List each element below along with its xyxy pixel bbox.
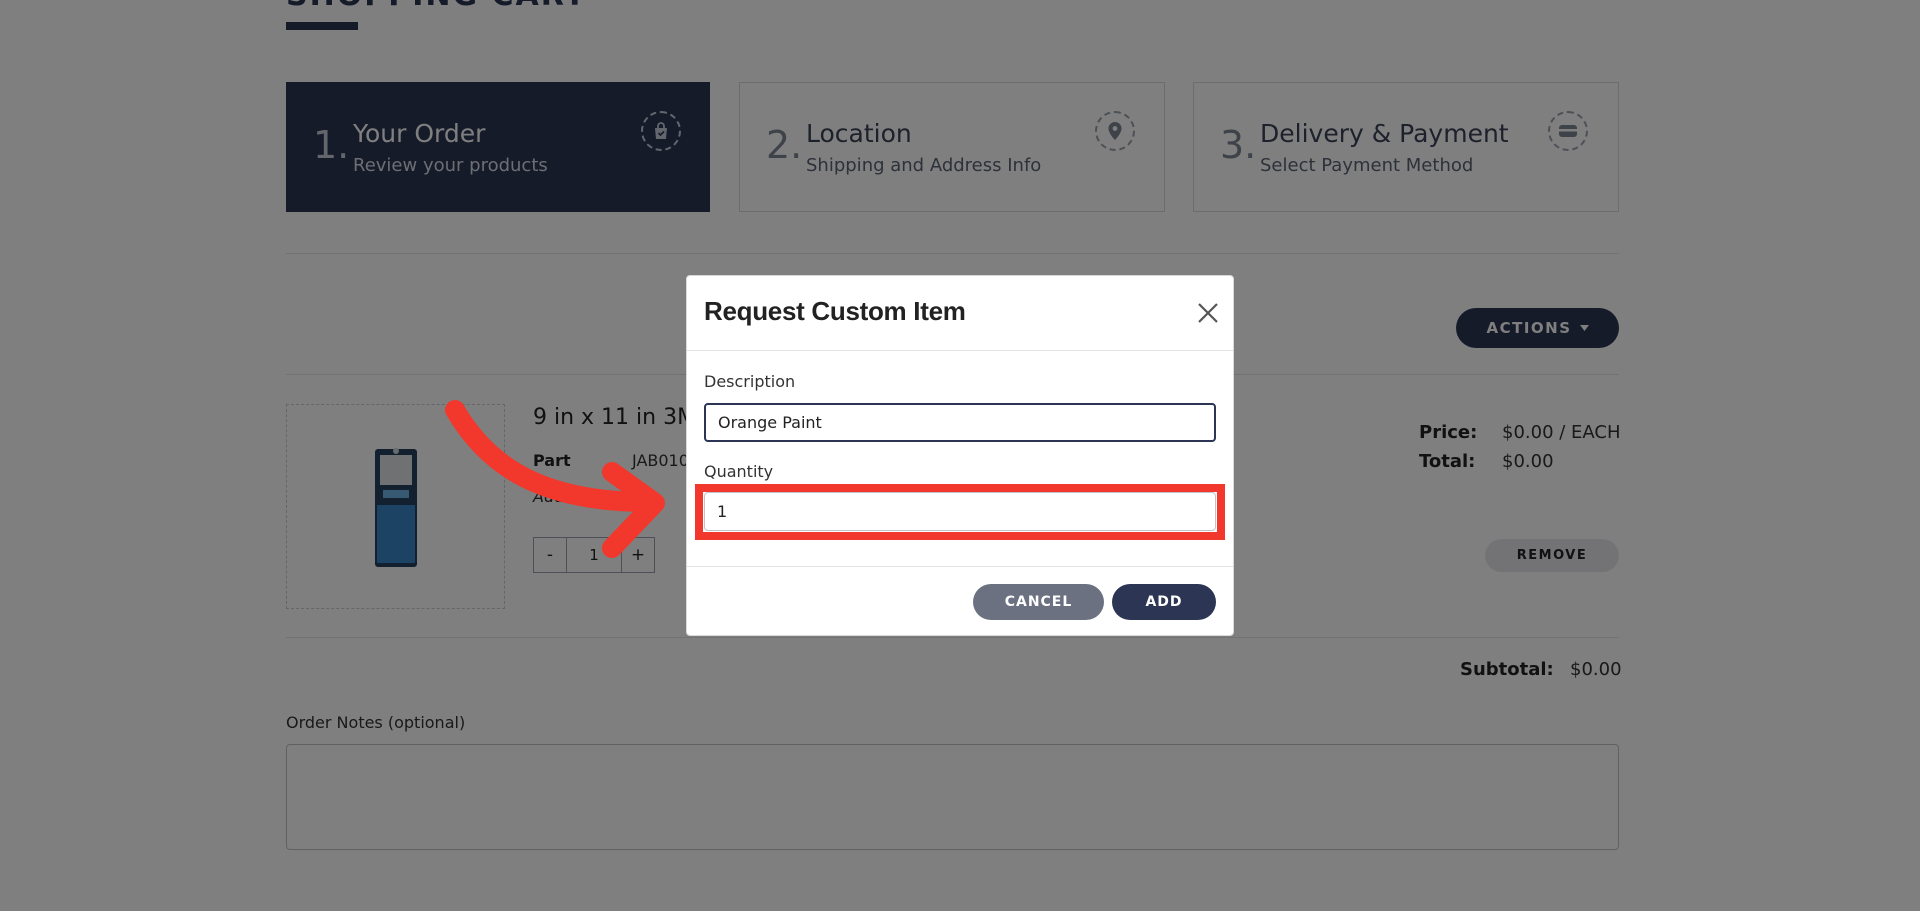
description-label: Description	[704, 372, 796, 391]
request-custom-item-modal: Request Custom Item Description Quantity…	[686, 275, 1234, 636]
modal-divider	[687, 350, 1233, 351]
cancel-button[interactable]: CANCEL	[973, 584, 1104, 620]
quantity-label: Quantity	[704, 462, 774, 481]
add-button[interactable]: ADD	[1112, 584, 1216, 620]
close-icon[interactable]	[1195, 300, 1221, 326]
shopping-cart-page: SHOPPING CART 1. Your Order Review your …	[0, 0, 1920, 911]
description-input[interactable]	[704, 403, 1216, 442]
modal-divider	[687, 566, 1233, 567]
modal-title: Request Custom Item	[704, 296, 966, 326]
quantity-input[interactable]	[704, 492, 1216, 531]
